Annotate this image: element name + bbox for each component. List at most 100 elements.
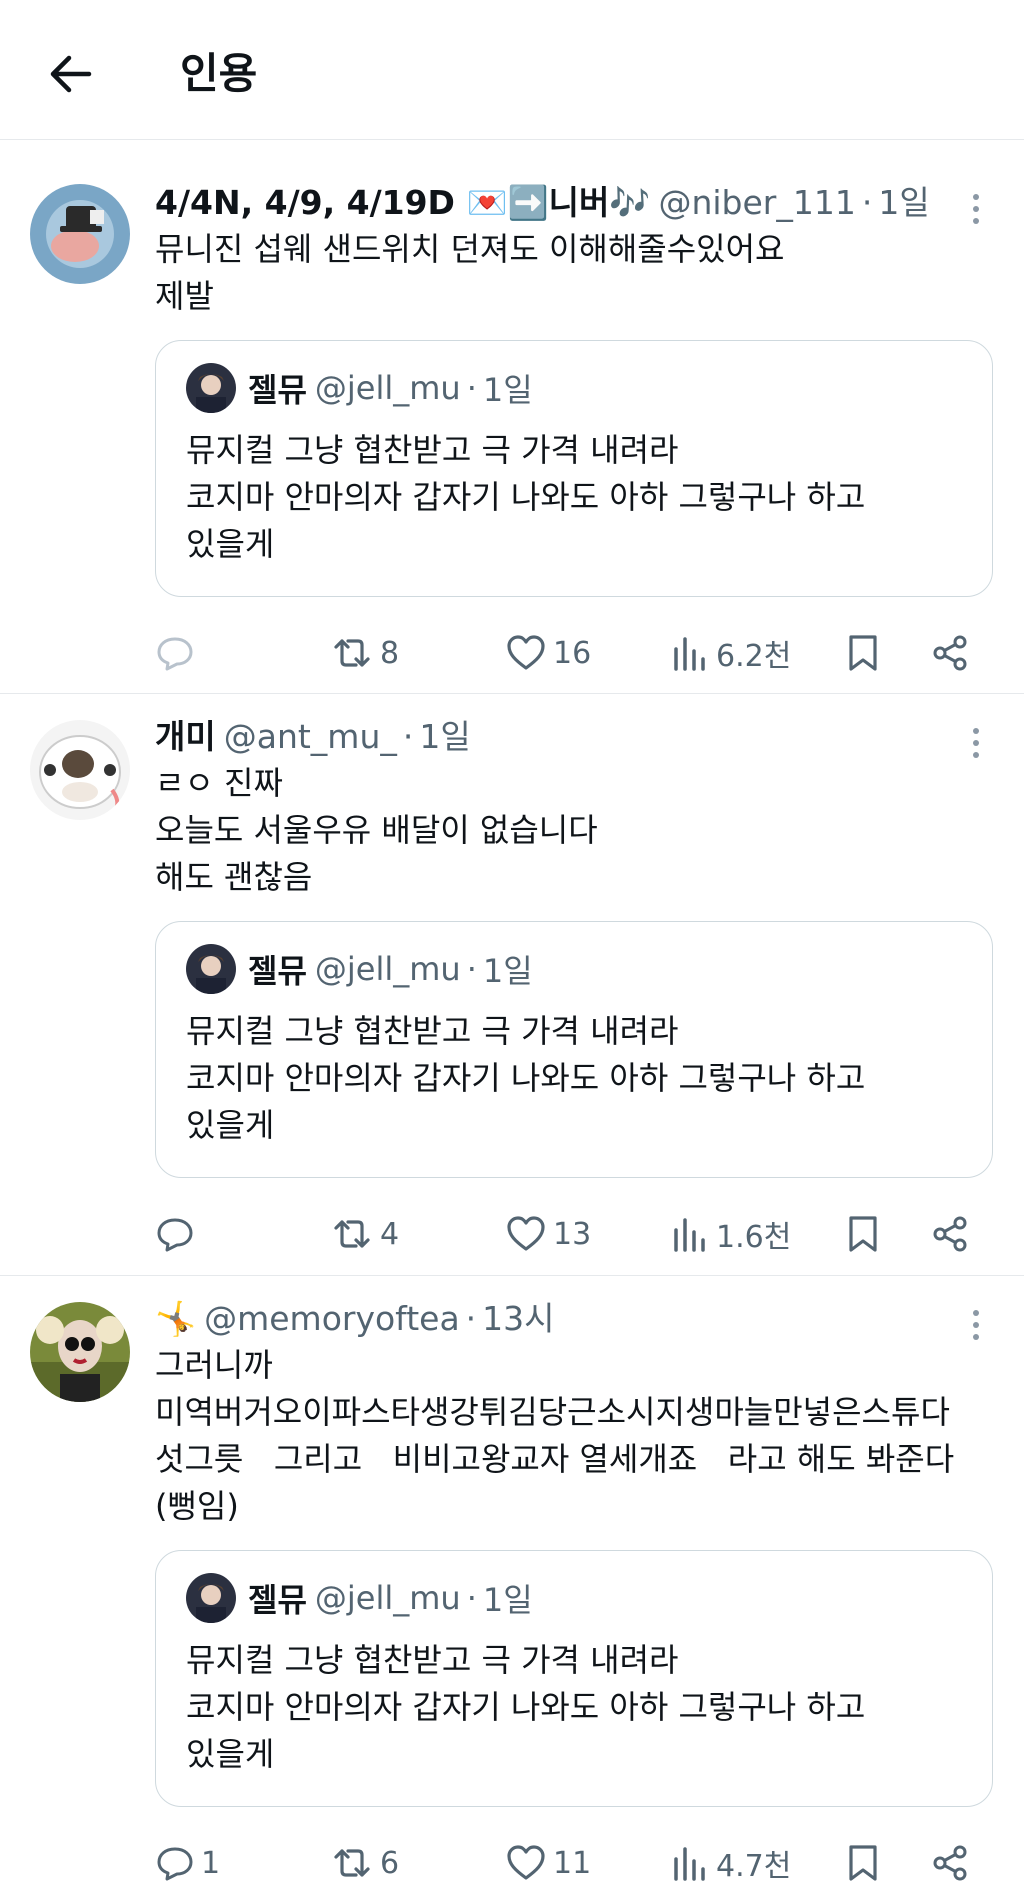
display-name[interactable]: 4/4N, 4/9, 4/19D 💌➡️니버🎶 [155, 180, 650, 226]
action-bar: 8 16 6.2천 [155, 623, 994, 683]
retweet-count: 8 [380, 635, 400, 671]
avatar[interactable] [30, 184, 130, 284]
bar-chart-icon [674, 1847, 705, 1881]
action-bar: 4 13 1.6천 [155, 1204, 994, 1264]
user-handle[interactable]: @niber_111 [658, 180, 855, 226]
bookmark-button[interactable] [845, 1843, 881, 1883]
more-dot [973, 194, 979, 200]
more-dot [973, 206, 979, 212]
views-button[interactable]: 4.7천 [670, 1841, 791, 1885]
tweet-meta: 4/4N, 4/9, 4/19D 💌➡️니버🎶 @niber_111 · 1일 [155, 180, 994, 226]
quoted-tweet[interactable]: 젤뮤 @jell_mu · 1일 뮤지컬 그냥 협찬받고 극 가격 내려라 코지… [155, 1550, 993, 1807]
quote-display-name: 젤뮤 [248, 1581, 307, 1619]
more-options-button[interactable] [956, 1302, 996, 1348]
more-dot [973, 1310, 979, 1316]
retweet-icon [334, 1220, 370, 1248]
retweet-icon [334, 639, 370, 667]
tweet[interactable]: 🤸 @memoryoftea · 13시 그러니까 미역버거오이파스타생강튀김당… [0, 1276, 1024, 1899]
timestamp[interactable]: 1일 [419, 714, 470, 760]
view-count: 1.6천 [716, 1220, 792, 1255]
back-button[interactable] [40, 44, 100, 104]
quote-avatar-image [186, 1573, 236, 1623]
like-count: 11 [553, 1845, 592, 1881]
quoted-tweet[interactable]: 젤뮤 @jell_mu · 1일 뮤지컬 그냥 협찬받고 극 가격 내려라 코지… [155, 921, 993, 1178]
more-dot [973, 728, 979, 734]
quote-avatar [186, 1573, 236, 1623]
view-count: 4.7천 [716, 1849, 792, 1884]
tweet-text: 뮤니진 섭웨 샌드위치 던져도 이해해줄수있어요 제발 [155, 230, 785, 315]
share-icon [933, 635, 967, 671]
reply-icon [157, 637, 193, 671]
separator-dot: · [466, 950, 477, 988]
heart-icon [507, 1845, 545, 1880]
views-button[interactable]: 6.2천 [670, 631, 791, 675]
tweet-meta: 🤸 @memoryoftea · 13시 [155, 1296, 994, 1342]
share-button[interactable] [930, 1843, 970, 1883]
reply-button[interactable] [155, 1214, 201, 1254]
bar-chart-icon [674, 1218, 705, 1252]
like-button[interactable]: 13 [505, 1214, 591, 1254]
page-title: 인용 [180, 49, 258, 98]
more-options-button[interactable] [956, 720, 996, 766]
separator-dot: · [861, 183, 873, 222]
share-icon [933, 1845, 967, 1881]
share-icon [933, 1216, 967, 1252]
bookmark-icon [849, 1216, 877, 1252]
display-name[interactable]: 🤸 [155, 1296, 196, 1342]
quote-text: 뮤지컬 그냥 협찬받고 극 가격 내려라 코지마 안마의자 갑자기 나와도 아하… [186, 431, 866, 563]
quote-user-handle: @jell_mu [314, 950, 461, 988]
like-button[interactable]: 16 [505, 633, 591, 673]
more-dot [973, 1334, 979, 1340]
separator-dot: · [402, 717, 414, 756]
quote-text: 뮤지컬 그냥 협찬받고 극 가격 내려라 코지마 안마의자 갑자기 나와도 아하… [186, 1012, 866, 1144]
reply-count: 1 [201, 1845, 221, 1881]
more-dot [973, 1322, 979, 1328]
quote-display-name: 젤뮤 [248, 952, 307, 990]
quote-user-handle: @jell_mu [314, 1579, 461, 1617]
retweet-icon [334, 1849, 370, 1877]
quote-avatar-image [186, 944, 236, 994]
avatar-image [30, 184, 130, 284]
more-options-button[interactable] [956, 186, 996, 232]
arrow-left-icon [50, 55, 92, 93]
avatar[interactable] [30, 720, 130, 820]
quoted-tweet[interactable]: 젤뮤 @jell_mu · 1일 뮤지컬 그냥 협찬받고 극 가격 내려라 코지… [155, 340, 993, 597]
avatar[interactable] [30, 1302, 130, 1402]
share-button[interactable] [930, 1214, 970, 1254]
retweet-button[interactable]: 8 [330, 633, 399, 673]
bookmark-button[interactable] [845, 633, 881, 673]
separator-dot: · [465, 1299, 477, 1338]
like-count: 16 [553, 635, 592, 671]
share-button[interactable] [930, 633, 970, 673]
user-handle[interactable]: @ant_mu_ [224, 714, 397, 760]
retweet-count: 6 [380, 1845, 400, 1881]
reply-icon [157, 1847, 193, 1881]
view-count: 6.2천 [716, 639, 792, 674]
quote-text: 뮤지컬 그냥 협찬받고 극 가격 내려라 코지마 안마의자 갑자기 나와도 아하… [186, 1641, 866, 1773]
tweet[interactable]: 개미 @ant_mu_ · 1일 ㄹㅇ 진짜 오늘도 서울우유 배달이 없습니다… [0, 694, 1024, 1276]
quote-timestamp: 1일 [482, 1581, 533, 1619]
timestamp[interactable]: 1일 [878, 180, 929, 226]
display-name[interactable]: 개미 [155, 714, 216, 760]
bar-chart-icon [674, 637, 705, 671]
reply-button[interactable]: 1 [155, 1843, 220, 1883]
tweet[interactable]: 4/4N, 4/9, 4/19D 💌➡️니버🎶 @niber_111 · 1일 … [0, 150, 1024, 694]
like-count: 13 [553, 1216, 592, 1252]
tweet-text: ㄹㅇ 진짜 오늘도 서울우유 배달이 없습니다 해도 괜찮음 [155, 764, 598, 896]
quote-avatar-image [186, 363, 236, 413]
views-button[interactable]: 1.6천 [670, 1212, 791, 1256]
like-button[interactable]: 11 [505, 1843, 591, 1883]
bookmark-icon [849, 1845, 877, 1881]
tweet-meta: 개미 @ant_mu_ · 1일 [155, 714, 994, 760]
retweet-count: 4 [380, 1216, 400, 1252]
timestamp[interactable]: 13시 [482, 1296, 554, 1342]
reply-icon [157, 1218, 193, 1252]
quote-user-handle: @jell_mu [314, 369, 461, 407]
retweet-button[interactable]: 4 [330, 1214, 399, 1254]
bookmark-button[interactable] [845, 1214, 881, 1254]
quote-avatar [186, 363, 236, 413]
retweet-button[interactable]: 6 [330, 1843, 399, 1883]
user-handle[interactable]: @memoryoftea [204, 1296, 460, 1342]
reply-button[interactable] [155, 633, 201, 673]
heart-icon [507, 635, 545, 670]
